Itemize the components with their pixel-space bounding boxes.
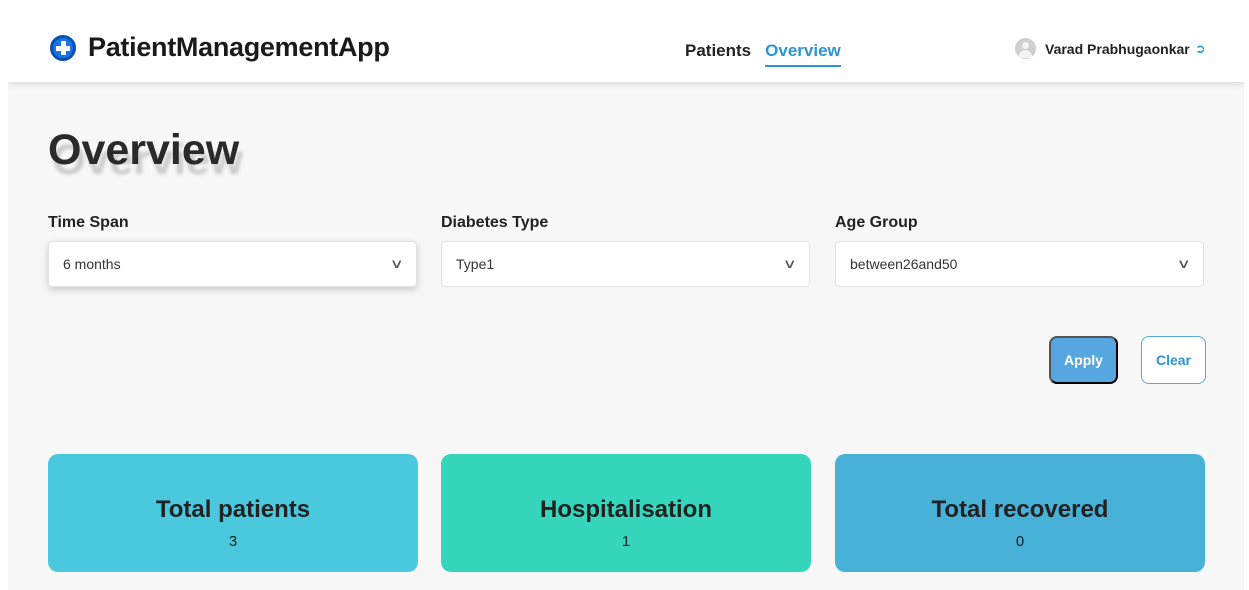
clear-button[interactable]: Clear — [1141, 336, 1206, 384]
brand-name: PatientManagementApp — [88, 32, 390, 62]
time-span-select[interactable]: 6 months ∨ — [48, 241, 417, 287]
main-nav: Patients Overview — [685, 41, 855, 67]
nav-patients[interactable]: Patients — [685, 41, 751, 67]
card-title: Total patients — [155, 496, 311, 523]
total-patients-card: Total patients 3 — [48, 454, 418, 572]
card-title: Hospitalisation — [539, 496, 713, 523]
total-recovered-card: Total recovered 0 — [835, 454, 1205, 572]
time-span-value: 6 months — [63, 256, 121, 272]
age-group-select[interactable]: between26and50 ∨ — [835, 241, 1204, 287]
apply-button[interactable]: Apply — [1049, 336, 1118, 384]
brand[interactable]: PatientManagementApp — [50, 32, 390, 63]
hospitalisation-card: Hospitalisation 1 — [441, 454, 811, 572]
card-value: 1 — [621, 533, 631, 550]
age-group-label: Age Group — [835, 214, 918, 231]
user-avatar-icon — [1015, 38, 1036, 59]
user-menu[interactable]: Varad Prabhugaonkar ➲ — [1015, 38, 1206, 59]
age-group-value: between26and50 — [850, 256, 958, 272]
top-navbar: PatientManagementApp Patients Overview V… — [8, 8, 1244, 82]
chevron-down-icon: ∨ — [783, 256, 798, 271]
nav-overview[interactable]: Overview — [765, 41, 841, 67]
diabetes-type-label: Diabetes Type — [441, 214, 549, 231]
page-title: Overview — [48, 126, 240, 174]
card-value: 0 — [1015, 533, 1025, 550]
logout-icon[interactable]: ➲ — [1195, 41, 1206, 57]
diabetes-type-value: Type1 — [456, 256, 495, 272]
chevron-down-icon: ∨ — [390, 256, 405, 271]
card-title: Total recovered — [931, 496, 1109, 523]
user-name: Varad Prabhugaonkar — [1045, 40, 1190, 57]
medical-cross-icon — [50, 34, 76, 61]
card-value: 3 — [228, 533, 238, 550]
app-window: PatientManagementApp Patients Overview V… — [8, 8, 1244, 590]
diabetes-type-select[interactable]: Type1 ∨ — [441, 241, 810, 287]
chevron-down-icon: ∨ — [1177, 256, 1192, 271]
time-span-label: Time Span — [48, 214, 129, 231]
